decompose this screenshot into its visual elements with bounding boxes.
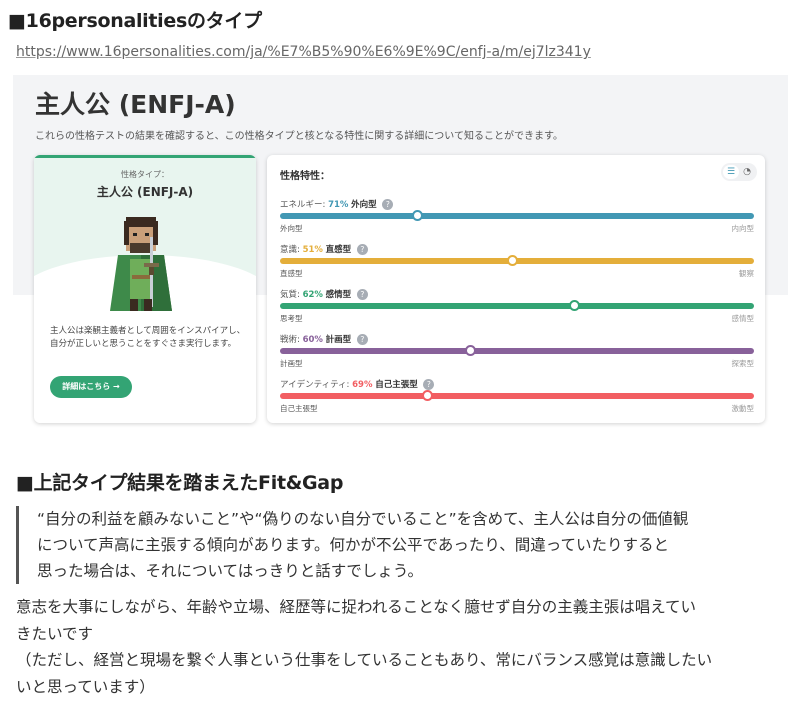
body-line: いと思っています） [16, 677, 155, 696]
trait-knob [421, 390, 433, 401]
trait-right-pole: 感情型 [731, 314, 755, 323]
quote-line: 思った場合は、それについてはっきりと話すでしょう。 [37, 562, 423, 580]
trait-left-pole: 思考型 [280, 314, 303, 323]
trait-name: 意識: [280, 245, 300, 255]
help-icon[interactable]: ? [356, 244, 368, 255]
trait-percent: 69% [352, 380, 373, 390]
trait-mind: 意識: 51% 直感型 ? 直感型 観察 [280, 243, 754, 283]
pie-chart-icon[interactable]: ◔ [739, 165, 755, 179]
trait-dominant: 計画型 [325, 335, 352, 345]
type-label: 性格タイプ： [121, 170, 169, 179]
trait-bar [280, 348, 754, 354]
help-icon[interactable]: ? [356, 334, 368, 345]
result-screenshot: 主人公 (ENFJ-A) これらの性格テストの結果を確認すると、この性格タイプと… [13, 75, 788, 430]
body-line: （ただし、経営と現場を繋ぐ人事という仕事をしていることもあり、常にバランス感覚は… [16, 651, 713, 669]
trait-identity: アイデンティティ: 69% 自己主張型 ? 自己主張型 激動型 [280, 378, 754, 418]
trait-tactics: 戦術: 60% 計画型 ? 計画型 探索型 [280, 333, 754, 373]
view-toggle[interactable]: ☰ ◔ [721, 163, 757, 181]
trait-left-pole: 外向型 [280, 224, 303, 233]
trait-percent: 51% [302, 245, 323, 255]
trait-name: 戦術: [280, 335, 300, 345]
trait-knob [464, 345, 476, 356]
trait-percent: 71% [328, 200, 349, 210]
trait-knob [412, 210, 424, 221]
trait-dominant: 自己主張型 [375, 380, 418, 390]
protagonist-avatar-icon [110, 217, 172, 311]
trait-percent: 60% [302, 335, 323, 345]
blockquote: “自分の利益を顧みないこと”や“偽りのない自分でいること”を含めて、主人公は自分… [16, 506, 788, 584]
result-title: 主人公 (ENFJ-A) [35, 90, 236, 119]
traits-title: 性格特性： [280, 171, 330, 182]
trait-knob [568, 300, 580, 311]
trait-knob [507, 255, 519, 266]
type-name: 主人公 (ENFJ-A) [96, 185, 194, 199]
trait-bar [280, 303, 754, 309]
source-link[interactable]: https://www.16personalities.com/ja/%E7%B… [16, 44, 591, 60]
page-heading: ■16personalitiesのタイプ [8, 10, 262, 32]
quote-line: “自分の利益を顧みないこと”や“偽りのない自分でいること”を含めて、主人公は自分… [37, 510, 689, 528]
trait-left-pole: 計画型 [280, 359, 303, 368]
help-icon[interactable]: ? [356, 289, 368, 300]
trait-percent: 62% [302, 290, 323, 300]
quote-line: について声高に主張する傾向があります。何かが不公平であったり、間違っていたりする… [37, 536, 669, 554]
help-icon[interactable]: ? [382, 199, 394, 210]
sliders-icon[interactable]: ☰ [723, 165, 739, 179]
trait-right-pole: 観察 [739, 269, 754, 278]
trait-left-pole: 自己主張型 [280, 404, 318, 413]
trait-name: 気質: [280, 290, 300, 300]
type-description: 主人公は楽観主義者として周囲をインスパイアし、自分が正しいと思うことをすぐさま実… [50, 326, 246, 349]
type-card: 性格タイプ： 主人公 (ENFJ-A) 主人公は楽観主義者として周囲をインスパイ… [34, 155, 256, 423]
trait-name: アイデンティティ: [280, 380, 350, 390]
trait-dominant: 直感型 [325, 245, 352, 255]
trait-right-pole: 激動型 [731, 404, 755, 413]
trait-right-pole: 内向型 [731, 224, 755, 233]
trait-right-pole: 探索型 [731, 359, 755, 368]
trait-energy: エネルギー: 71% 外向型 ? 外向型 内向型 [280, 198, 754, 238]
trait-nature: 気質: 62% 感情型 ? 思考型 感情型 [280, 288, 754, 328]
trait-bar [280, 213, 754, 219]
trait-dominant: 感情型 [325, 290, 352, 300]
trait-dominant: 外向型 [351, 200, 377, 210]
section-heading: ■上記タイプ結果を踏まえたFit&Gap [16, 472, 344, 494]
help-icon[interactable]: ? [423, 379, 435, 390]
trait-name: エネルギー: [280, 200, 326, 210]
trait-bar [280, 393, 754, 399]
body-paragraph: 意志を大事にしながら、年齢や立場、経歴等に捉われることなく臆せず自分の主義主張は… [16, 594, 790, 700]
body-line: 意志を大事にしながら、年齢や立場、経歴等に捉われることなく臆せず自分の主義主張は… [16, 598, 696, 616]
trait-left-pole: 直感型 [280, 269, 303, 278]
traits-card: 性格特性： ☰ ◔ エネルギー: 71% 外向型 ? 外向型 内向型 意識: 5… [267, 155, 765, 423]
details-button[interactable]: 詳細はこちら → [50, 376, 132, 398]
body-line: きたいです [16, 624, 94, 643]
result-intro: これらの性格テストの結果を確認すると、この性格タイプと核となる特性に関する詳細に… [35, 131, 563, 142]
